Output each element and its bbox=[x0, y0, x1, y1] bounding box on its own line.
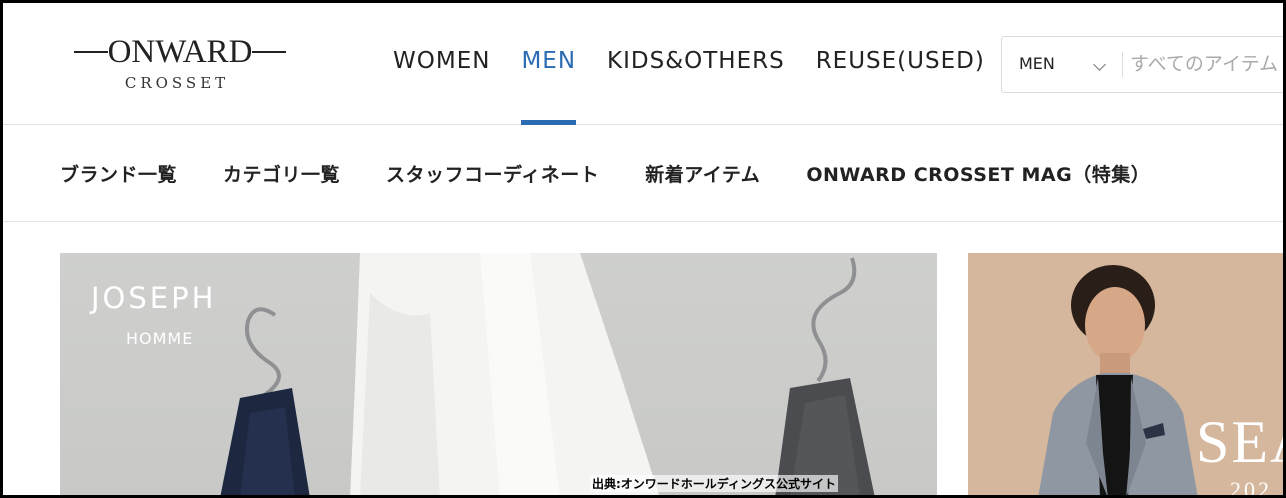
logo-subtitle: CROSSET bbox=[124, 74, 230, 92]
nav-men[interactable]: MEN bbox=[521, 0, 576, 125]
source-credit: 出典:オンワードホールディングス公式サイト bbox=[590, 475, 838, 492]
banner-brand-subtitle: HOMME bbox=[126, 329, 194, 348]
search-bar: MEN bbox=[1001, 36, 1286, 93]
site-header: ONWARD CROSSET WOMEN MEN KIDS&OTHERS REU… bbox=[0, 0, 1286, 125]
sub-nav-staff-coordinate[interactable]: スタッフコーディネート bbox=[386, 160, 599, 187]
search-divider bbox=[1122, 52, 1123, 77]
banner-joseph-homme[interactable]: JOSEPH HOMME bbox=[60, 253, 937, 498]
sub-nav-mag[interactable]: ONWARD CROSSET MAG（特集） bbox=[806, 160, 1150, 187]
search-input[interactable] bbox=[1130, 45, 1286, 83]
banner-season-title: SEA bbox=[1196, 409, 1286, 475]
sub-nav-categories[interactable]: カテゴリ一覧 bbox=[223, 160, 340, 187]
sub-nav: ブランド一覧 カテゴリ一覧 スタッフコーディネート 新着アイテム ONWARD … bbox=[0, 125, 1286, 222]
logo-line-right bbox=[252, 51, 286, 53]
search-category-label: MEN bbox=[1019, 54, 1055, 73]
nav-reuse-used[interactable]: REUSE(USED) bbox=[816, 0, 985, 125]
nav-kids-others[interactable]: KIDS&OTHERS bbox=[607, 0, 785, 125]
main-nav: WOMEN MEN KIDS&OTHERS REUSE(USED) bbox=[393, 0, 1016, 125]
banner-season[interactable]: SEA 202 bbox=[968, 253, 1286, 498]
search-category-select[interactable]: MEN bbox=[1002, 37, 1122, 92]
logo-mark: ONWARD bbox=[74, 34, 286, 72]
banner-brand-title: JOSEPH bbox=[91, 281, 217, 315]
site-logo[interactable]: ONWARD CROSSET bbox=[74, 34, 286, 94]
banner-season-year: 202 bbox=[1230, 477, 1272, 498]
sub-nav-new-items[interactable]: 新着アイテム bbox=[645, 160, 760, 187]
sub-nav-brands[interactable]: ブランド一覧 bbox=[60, 160, 177, 187]
logo-wordmark: ONWARD bbox=[107, 34, 253, 70]
nav-women[interactable]: WOMEN bbox=[393, 0, 490, 125]
chevron-down-icon bbox=[1093, 58, 1106, 71]
